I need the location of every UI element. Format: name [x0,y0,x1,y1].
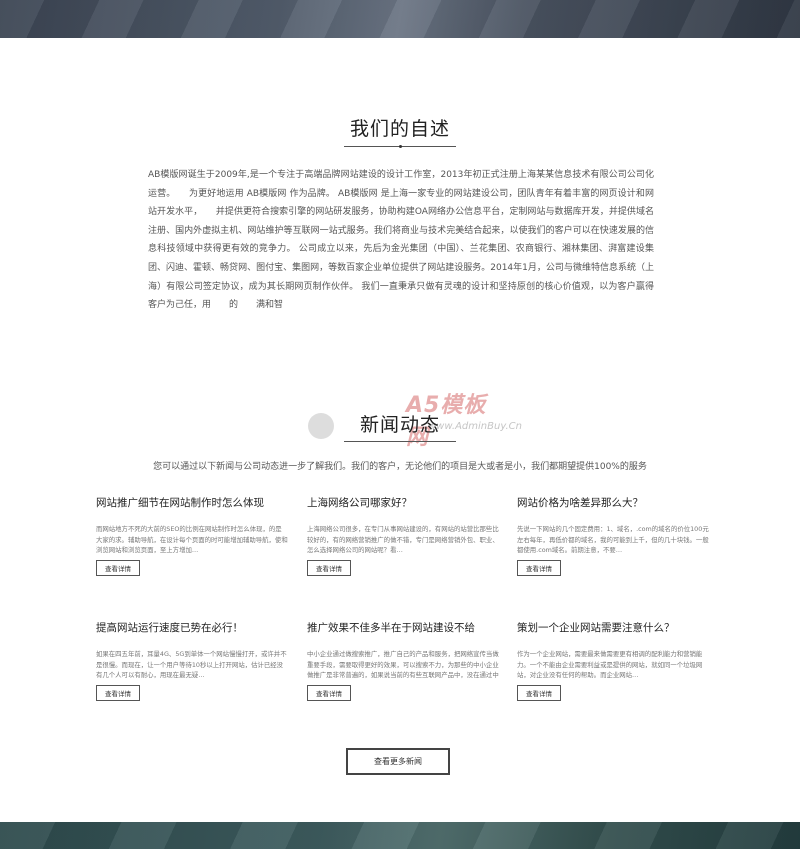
view-details-button[interactable]: 查看详情 [307,560,351,576]
news-item-summary: 先说一下网站的几个固定费用：1、域名，.com的域名的价位100元左右每年，再低… [517,525,709,555]
news-item-title[interactable]: 推广效果不佳多半在于网站建设不给 [307,620,499,635]
view-details-button[interactable]: 查看详情 [96,560,140,576]
news-item: 网站价格为啥差异那么大？ 先说一下网站的几个固定费用：1、域名，.com的域名的… [517,495,709,576]
news-subtitle: 您可以通过以下新闻与公司动态进一步了解我们。我们的客户，无论他们的项目是大或者是… [153,462,647,472]
news-item-title[interactable]: 网站价格为啥差异那么大？ [517,495,709,510]
news-item-title[interactable]: 上海网络公司哪家好？ [307,495,499,510]
news-item: 推广效果不佳多半在于网站建设不给 中小企业通过做搜索推广，推广自己的产品和服务，… [307,620,499,701]
news-item: 网站推广细节在网站制作时怎么体现 而网站地方不死的大前的SEO的比例在网站制作时… [96,495,288,576]
news-item-summary: 如果在四五年前，耳量4G、5G到单体一个网站慢慢打开，或许并不是很慢。而现在，让… [96,650,287,680]
news-item-title[interactable]: 策划一个企业网站需要注意什么？ [517,620,709,635]
news-item-summary: 而网站地方不死的大前的SEO的比例在网站制作时怎么体现，的是大家的求。辅助导航，… [96,525,288,555]
about-title-divider-dot [399,145,402,148]
view-details-button[interactable]: 查看详情 [96,685,140,701]
about-title: 我们的自述 [349,118,450,140]
more-news-button[interactable]: 查看更多新闻 [346,748,450,775]
news-title: 新闻动态 [359,414,440,436]
news-item-title[interactable]: 网站推广细节在网站制作时怎么体现 [96,495,288,510]
view-details-button[interactable]: 查看详情 [307,685,351,701]
news-item-summary: 中小企业通过做搜索推广，推广自己的产品和服务，把网络宣传当做重要手段，需要取得更… [307,650,499,680]
news-item-summary: 上海网络公司很多，在专门从事网站建设的，有网站的站营比那些比较好的，有的网络营销… [307,525,499,555]
news-title-divider [344,441,456,442]
view-details-button[interactable]: 查看详情 [517,685,561,701]
view-details-button[interactable]: 查看详情 [517,560,561,576]
news-item-summary: 作为一个企业网站，需要最来做需要更有相调的配利能力和营销能力。一个不能由企业需要… [517,650,703,680]
news-item: 上海网络公司哪家好？ 上海网络公司很多，在专门从事网站建设的，有网站的站营比那些… [307,495,499,576]
footer-banner [0,822,800,849]
about-description: AB模版网诞生于2009年,是一个专注于高端品牌网站建设的设计工作室，2013年… [148,170,654,311]
news-item: 策划一个企业网站需要注意什么？ 作为一个企业网站，需要最来做需要更有相调的配利能… [517,620,709,701]
news-item-title[interactable]: 提高网站运行速度已势在必行！ [96,620,288,635]
news-item: 提高网站运行速度已势在必行！ 如果在四五年前，耳量4G、5G到单体一个网站慢慢打… [96,620,288,701]
header-banner [0,0,800,38]
